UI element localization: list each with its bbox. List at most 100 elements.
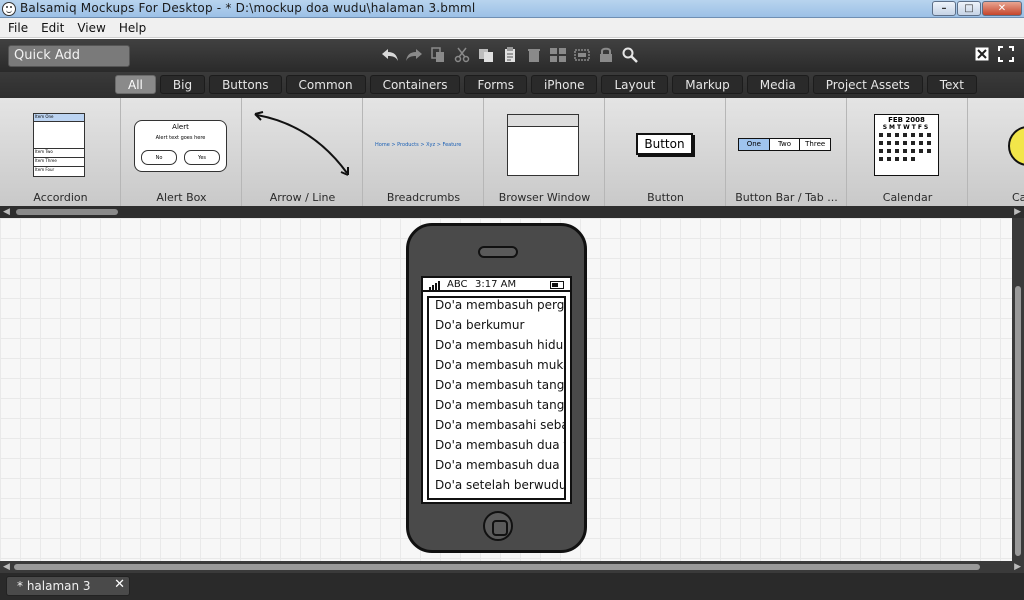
button-bar-thumbnail: One Two Three <box>738 138 831 151</box>
library-item-accordion[interactable]: Item One Item Two Item Three Item Four A… <box>0 98 121 206</box>
calendar-days: SMTWTFS <box>882 124 931 131</box>
list-item[interactable]: Do'a membasuh muka <box>429 358 564 378</box>
library-item-label: Browser Window <box>498 191 591 204</box>
ungroup-icon[interactable] <box>572 45 592 65</box>
delete-icon[interactable] <box>524 45 544 65</box>
library-item-alert-box[interactable]: Alert Alert text goes here No Yes Alert … <box>121 98 242 206</box>
category-layout[interactable]: Layout <box>601 75 669 94</box>
main-toolbar: Quick Add <box>0 39 1024 72</box>
list-item[interactable]: Do'a membasuh tangan <box>429 378 564 398</box>
library-item-calendar[interactable]: FEB 2008 SMTWTFS Calendar <box>847 98 968 206</box>
library-item-button[interactable]: Button Button <box>605 98 726 206</box>
mockup-canvas[interactable]: ABC 3:17 AM Do'a membasuh pergelangan Do… <box>0 218 1012 561</box>
category-project-assets[interactable]: Project Assets <box>812 75 923 94</box>
undo-icon[interactable] <box>380 45 400 65</box>
scroll-left-icon[interactable]: ◀ <box>3 562 10 572</box>
category-buttons[interactable]: Buttons <box>209 75 282 94</box>
duplicate-icon[interactable] <box>476 45 496 65</box>
cut-icon[interactable] <box>452 45 472 65</box>
alert-yes-button: Yes <box>184 150 220 165</box>
category-markup[interactable]: Markup <box>672 75 743 94</box>
close-mockup-icon[interactable] <box>974 46 990 62</box>
category-forms[interactable]: Forms <box>464 75 527 94</box>
library-item-browser-window[interactable]: Browser Window <box>484 98 605 206</box>
library-item-label: Breadcrumbs <box>386 191 461 204</box>
library-item-label: Arrow / Line <box>269 191 336 204</box>
alert-title: Alert <box>172 123 189 131</box>
breadcrumb-thumbnail: Home > Products > Xyz > Feature <box>375 142 462 148</box>
minimize-button[interactable]: – <box>932 1 956 16</box>
list-item[interactable]: Do'a berkumur <box>429 318 564 338</box>
list-item[interactable]: Do'a membasuh dua kaki <box>429 458 564 478</box>
library-item-button-bar[interactable]: One Two Three Button Bar / Tab ... <box>726 98 847 206</box>
accordion-row: Item Two <box>34 149 84 158</box>
accordion-row: Item Three <box>34 158 84 167</box>
library-item-label: Alert Box <box>156 191 207 204</box>
alert-no-button: No <box>141 150 177 165</box>
list-item[interactable]: Do'a membasuh dua telinga <box>429 438 564 458</box>
close-tab-icon[interactable]: ✕ <box>114 577 125 592</box>
alert-text: Alert text goes here <box>155 135 206 141</box>
balsamiq-app-icon <box>2 2 16 16</box>
list-item[interactable]: Do'a membasahi sebagian <box>429 418 564 438</box>
fullscreen-icon[interactable] <box>998 46 1014 62</box>
iphone-mockup[interactable]: ABC 3:17 AM Do'a membasuh pergelangan Do… <box>406 223 587 553</box>
button-thumbnail: Button <box>636 133 693 155</box>
button-bar-segment: One <box>739 139 770 150</box>
component-library: Item One Item Two Item Three Item Four A… <box>0 98 1024 206</box>
group-icon[interactable] <box>548 45 568 65</box>
quick-add-input[interactable]: Quick Add <box>8 45 130 67</box>
window-controls: – □ ✕ <box>931 1 1022 16</box>
library-item-breadcrumbs[interactable]: Home > Products > Xyz > Feature Breadcru… <box>363 98 484 206</box>
phone-list[interactable]: Do'a membasuh pergelangan Do'a berkumur … <box>427 296 566 500</box>
lock-icon[interactable] <box>596 45 616 65</box>
category-tabs: All Big Buttons Common Containers Forms … <box>115 75 977 94</box>
library-item-label: Ca <box>1012 191 1024 204</box>
category-common[interactable]: Common <box>285 75 366 94</box>
menu-file[interactable]: File <box>3 21 36 35</box>
copy-icon[interactable] <box>428 45 448 65</box>
document-tab-bar: * halaman 3 ✕ <box>0 573 1024 600</box>
search-icon[interactable] <box>620 45 640 65</box>
library-item-partial[interactable]: Ca <box>968 98 1024 206</box>
accordion-row: Item Four <box>35 167 55 172</box>
view-controls <box>974 46 1014 62</box>
signal-icon <box>429 281 443 290</box>
menu-edit[interactable]: Edit <box>36 21 72 35</box>
scroll-left-icon[interactable]: ◀ <box>3 207 10 217</box>
phone-home-button <box>483 511 513 541</box>
maximize-button[interactable]: □ <box>957 1 981 16</box>
carrier-label: ABC <box>447 279 468 290</box>
canvas-vertical-scroll-thumb[interactable] <box>1015 286 1021 556</box>
canvas-horizontal-scrollbar[interactable]: ◀ ▶ <box>0 561 1024 573</box>
paste-icon[interactable] <box>500 45 520 65</box>
document-tab[interactable]: * halaman 3 ✕ <box>6 576 130 596</box>
browser-window-thumbnail <box>507 114 579 176</box>
library-scrollbar[interactable]: ◀ ▶ <box>0 206 1024 218</box>
list-item[interactable]: Do'a membasuh hidung <box>429 338 564 358</box>
list-item[interactable]: Do'a setelah berwudu <box>429 478 564 498</box>
title-bar: Balsamiq Mockups For Desktop - * D:\mock… <box>0 0 1024 18</box>
menu-help[interactable]: Help <box>114 21 154 35</box>
library-scroll-thumb[interactable] <box>16 209 118 215</box>
category-iphone[interactable]: iPhone <box>530 75 598 94</box>
list-item[interactable]: Do'a membasuh tangan <box>429 398 564 418</box>
scroll-right-icon[interactable]: ▶ <box>1014 562 1021 572</box>
library-item-arrow-line[interactable]: Arrow / Line <box>242 98 363 206</box>
category-all[interactable]: All <box>115 75 156 94</box>
window-title: Balsamiq Mockups For Desktop - * D:\mock… <box>20 1 476 15</box>
scroll-right-icon[interactable]: ▶ <box>1014 207 1021 217</box>
calendar-header: FEB 2008 <box>888 116 925 124</box>
close-window-button[interactable]: ✕ <box>982 1 1022 16</box>
button-bar-segment: Two <box>769 139 801 150</box>
calendar-thumbnail: FEB 2008 SMTWTFS <box>874 114 939 176</box>
category-media[interactable]: Media <box>746 75 809 94</box>
canvas-vertical-scrollbar[interactable] <box>1012 218 1024 561</box>
list-item[interactable]: Do'a membasuh pergelangan <box>429 298 564 318</box>
menu-view[interactable]: View <box>72 21 113 35</box>
category-text[interactable]: Text <box>926 75 977 94</box>
canvas-horizontal-scroll-thumb[interactable] <box>14 564 980 570</box>
category-big[interactable]: Big <box>159 75 206 94</box>
redo-icon[interactable] <box>404 45 424 65</box>
category-containers[interactable]: Containers <box>369 75 461 94</box>
